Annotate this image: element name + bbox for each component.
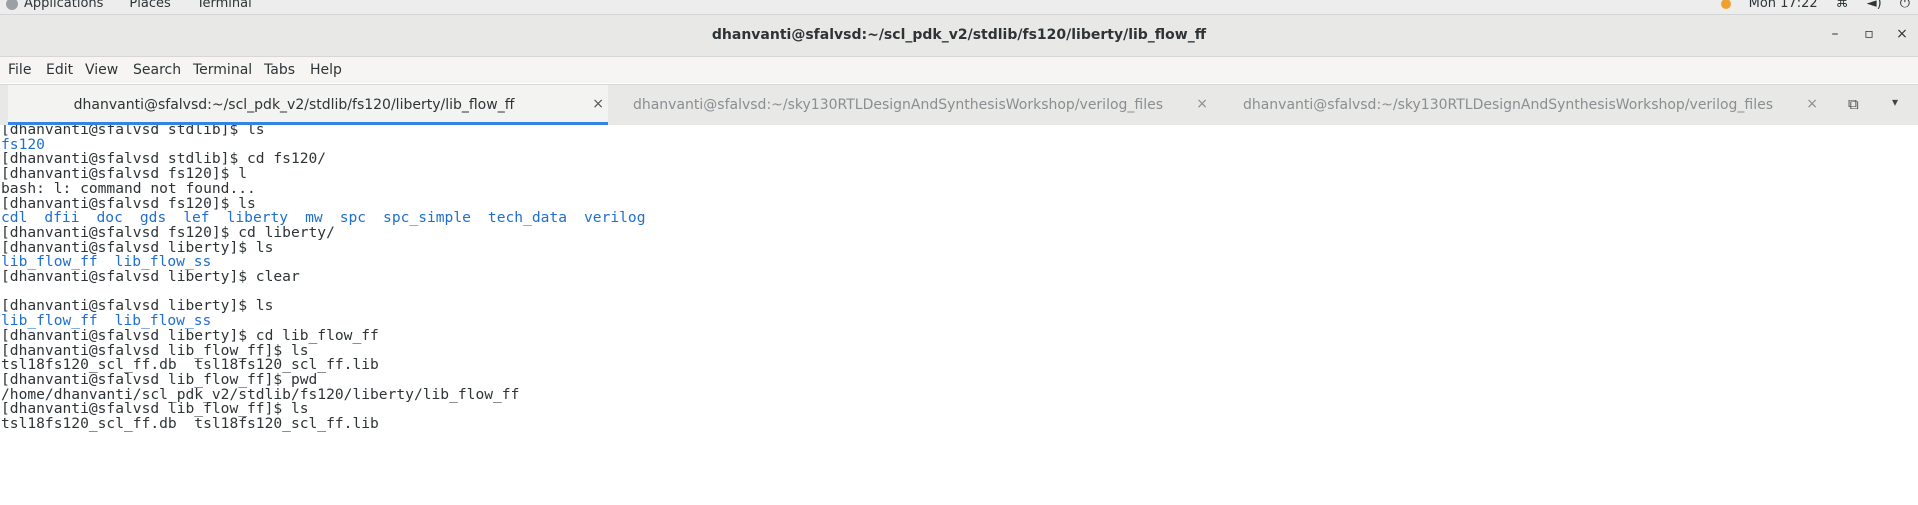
- minimize-icon[interactable]: –: [1826, 26, 1844, 42]
- tab-lib-flow-ff[interactable]: dhanvanti@sfalvsd:~/scl_pdk_v2/stdlib/fs…: [8, 85, 608, 125]
- tab-close-icon[interactable]: ×: [1806, 96, 1818, 112]
- top-panel-right: Mon 17:22 ⌘ ◄) ⏻: [1703, 0, 1910, 11]
- tab-label: dhanvanti@sfalvsd:~/sky130RTLDesignAndSy…: [1242, 97, 1774, 113]
- tab-verilog-files-1[interactable]: dhanvanti@sfalvsd:~/sky130RTLDesignAndSy…: [612, 85, 1212, 124]
- tab-close-icon[interactable]: ×: [592, 96, 604, 112]
- terminal-line: [dhanvanti@sfalvsd liberty]$ clear: [1, 268, 300, 285]
- tab-bar: dhanvanti@sfalvsd:~/scl_pdk_v2/stdlib/fs…: [0, 84, 1918, 126]
- directory-entry: spc_simple: [383, 209, 471, 227]
- window-title: dhanvanti@sfalvsd:~/scl_pdk_v2/stdlib/fs…: [711, 27, 1207, 43]
- power-icon[interactable]: ⏻: [1900, 0, 1910, 11]
- maximize-icon[interactable]: ▫: [1860, 26, 1878, 42]
- directory-entry: spc: [339, 209, 367, 227]
- top-panel: Applications Places Terminal Mon 17:22 ⌘…: [0, 0, 1918, 15]
- tab-label: dhanvanti@sfalvsd:~/sky130RTLDesignAndSy…: [632, 97, 1164, 113]
- window-titlebar[interactable]: dhanvanti@sfalvsd:~/scl_pdk_v2/stdlib/fs…: [0, 15, 1918, 57]
- menubar: File Edit View Search Terminal Tabs Help: [0, 57, 1918, 83]
- menu-file[interactable]: File: [8, 62, 31, 78]
- tab-label: dhanvanti@sfalvsd:~/scl_pdk_v2/stdlib/fs…: [73, 97, 515, 113]
- menu-edit[interactable]: Edit: [46, 62, 73, 78]
- menu-view[interactable]: View: [85, 62, 118, 78]
- terminal-app-menu[interactable]: Terminal: [197, 0, 252, 11]
- applications-icon: [6, 0, 18, 10]
- notification-icon[interactable]: [1720, 0, 1731, 9]
- menu-help[interactable]: Help: [310, 62, 342, 78]
- tab-close-icon[interactable]: ×: [1196, 96, 1208, 112]
- volume-icon[interactable]: ◄): [1867, 0, 1882, 11]
- tab-verilog-files-2[interactable]: dhanvanti@sfalvsd:~/sky130RTLDesignAndSy…: [1222, 85, 1822, 124]
- menu-terminal[interactable]: Terminal: [193, 62, 252, 78]
- network-icon[interactable]: ⌘: [1836, 0, 1849, 11]
- menu-tabs[interactable]: Tabs: [264, 62, 295, 78]
- terminal-line: tsl18fs120_scl_ff.db tsl18fs120_scl_ff.l…: [1, 415, 379, 432]
- tab-menu-chevron-down-icon[interactable]: ▾: [1892, 95, 1898, 109]
- new-tab-icon[interactable]: ⧉: [1848, 95, 1859, 113]
- directory-entry: tech_data: [487, 209, 567, 227]
- menu-search[interactable]: Search: [133, 62, 181, 78]
- places-menu[interactable]: Places: [129, 0, 170, 11]
- applications-menu[interactable]: Applications: [24, 0, 103, 11]
- top-panel-left: Applications Places Terminal: [6, 0, 278, 11]
- terminal-output[interactable]: [dhanvanti@sfalvsd stdlib]$ ls fs120 [dhan…: [0, 125, 1918, 505]
- directory-entry: verilog: [584, 209, 646, 227]
- close-icon[interactable]: ×: [1893, 26, 1911, 42]
- clock[interactable]: Mon 17:22: [1749, 0, 1818, 11]
